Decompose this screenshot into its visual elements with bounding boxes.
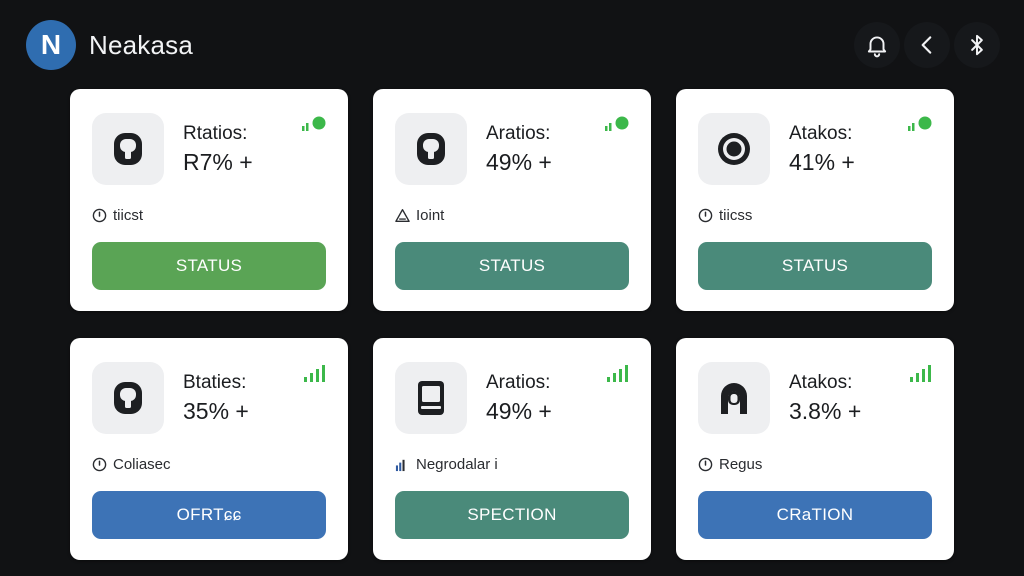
arch-icon — [721, 383, 747, 414]
card-action-button[interactable]: CRaTION — [698, 491, 932, 539]
device-icon-box — [92, 362, 164, 434]
device-icon-box — [92, 113, 164, 185]
card-label: Aratios: — [486, 372, 551, 393]
signal-strength-icon — [908, 116, 932, 131]
card-label: Atakos: — [789, 372, 853, 393]
card-action-button[interactable]: OFRTɕɕ — [92, 491, 326, 539]
device-icon-box — [395, 113, 467, 185]
back-button[interactable] — [904, 22, 950, 68]
signal-strength-icon — [910, 365, 931, 382]
device-card[interactable]: Atakos: 41% + tiicss STATUS — [676, 89, 954, 311]
signal-strength-icon — [302, 116, 326, 131]
card-value: 3.8% + — [789, 398, 862, 424]
signal-strength-icon — [607, 365, 628, 382]
bell-icon — [867, 36, 887, 58]
robot-vacuum-icon — [417, 133, 445, 165]
card-meta-text: Ioint — [416, 206, 445, 224]
bluetooth-icon — [971, 34, 983, 56]
card-action-button[interactable]: STATUS — [698, 242, 932, 290]
card-meta-text: Regus — [719, 455, 763, 473]
card-meta-text: tiicss — [719, 206, 753, 224]
device-icon-box — [698, 362, 770, 434]
card-meta-text: Coliasec — [113, 455, 171, 473]
top-bar: N Neakasa — [0, 0, 1024, 88]
device-icon — [418, 381, 444, 415]
device-card[interactable]: Aratios: 49% + Negrodalar i SPECTION — [373, 338, 651, 560]
card-value: 49% + — [486, 398, 552, 424]
app-title: Neakasa — [89, 30, 194, 60]
card-meta: Coliasec — [92, 454, 171, 474]
back-icon — [921, 36, 932, 54]
signal-strength-icon — [605, 116, 629, 131]
card-meta: Ioint — [395, 205, 444, 225]
chart-icon — [395, 459, 405, 471]
device-card[interactable]: Aratios: 49% + Ioint STATUS — [373, 89, 651, 311]
card-meta-text: Negrodalar i — [416, 455, 498, 473]
bluetooth-button[interactable] — [954, 22, 1000, 68]
clock-icon — [698, 208, 713, 222]
card-meta-text: tiicst — [113, 206, 143, 224]
card-action-button[interactable]: SPECTION — [395, 491, 629, 539]
signal-strength-icon — [304, 365, 325, 382]
device-card[interactable]: Btaties: 35% + Coliasec OFRTɕɕ — [70, 338, 348, 560]
app-logo[interactable]: N — [26, 20, 76, 70]
card-value: 35% + — [183, 398, 249, 424]
card-label: Atakos: — [789, 123, 853, 144]
card-label: Aratios: — [486, 123, 551, 144]
robot-vacuum-icon — [114, 382, 142, 414]
card-meta: Regus — [698, 454, 762, 474]
card-label: Btaties: — [183, 372, 247, 393]
card-action-button[interactable]: STATUS — [395, 242, 629, 290]
card-label: Rtatios: — [183, 123, 248, 144]
device-card[interactable]: Atakos: 3.8% + Regus CRaTION — [676, 338, 954, 560]
card-value: 49% + — [486, 149, 552, 175]
card-value: R7% + — [183, 149, 253, 175]
notifications-button[interactable] — [854, 22, 900, 68]
card-value: 41% + — [789, 149, 855, 175]
card-meta: tiicst — [92, 205, 143, 225]
clock-icon — [92, 457, 107, 471]
warning-icon — [395, 208, 410, 222]
clock-icon — [92, 208, 107, 222]
device-icon-box — [395, 362, 467, 434]
target-icon — [718, 133, 750, 165]
device-icon-box — [698, 113, 770, 185]
device-card[interactable]: Rtatios: R7% + tiicst STATUS — [70, 89, 348, 311]
card-meta: Negrodalar i — [395, 454, 498, 474]
robot-vacuum-icon — [114, 133, 142, 165]
card-meta: tiicss — [698, 205, 752, 225]
header-actions — [854, 22, 1000, 68]
card-action-button[interactable]: STATUS — [92, 242, 326, 290]
clock-icon — [698, 457, 713, 471]
